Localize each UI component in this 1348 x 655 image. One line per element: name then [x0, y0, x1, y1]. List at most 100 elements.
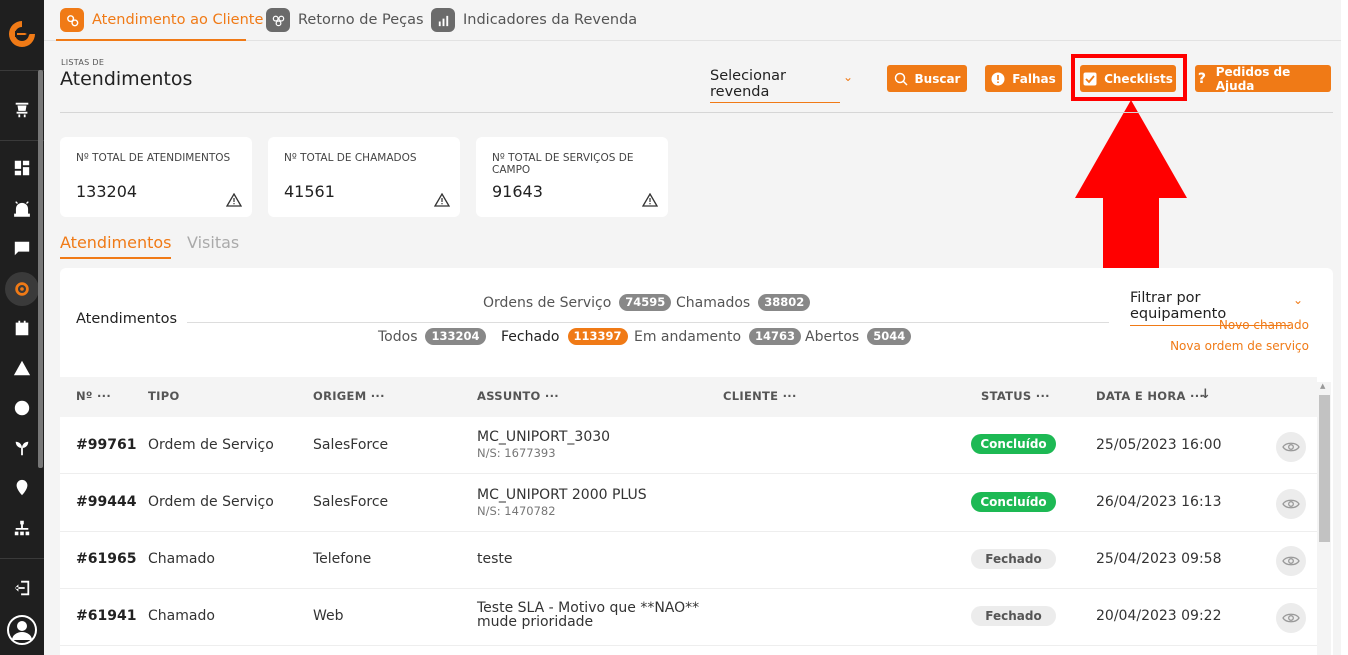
buscar-button[interactable]: Buscar — [887, 65, 967, 92]
stat-card-servicos-campo: Nº TOTAL DE SERVIÇOS DE CAMPO 91643 — [476, 137, 668, 217]
status-badge: Fechado — [971, 606, 1056, 626]
row-assunto: teste — [477, 551, 513, 567]
chevron-down-icon[interactable]: ⌄ — [1293, 293, 1303, 307]
view-eye-icon[interactable] — [1276, 489, 1306, 519]
scroll-up-arrow-icon[interactable]: ▲ — [1320, 382, 1325, 390]
sidebar — [0, 0, 44, 655]
calendar-icon[interactable] — [12, 318, 32, 338]
stat-label: Nº TOTAL DE ATENDIMENTOS — [76, 152, 231, 164]
globe-icon[interactable] — [12, 398, 32, 418]
row-tipo: Chamado — [148, 551, 215, 567]
stat-value: 133204 — [76, 182, 138, 201]
view-eye-icon[interactable] — [1276, 432, 1306, 462]
filter-abertos[interactable]: Abertos 5044 — [805, 328, 912, 345]
stat-label: Nº TOTAL DE CHAMADOS — [284, 152, 417, 164]
question-icon: ? — [1197, 70, 1206, 87]
buscar-label: Buscar — [914, 71, 961, 86]
row-origem: Telefone — [313, 551, 372, 567]
row-assunto: MC_UNIPORT 2000 PLUS — [477, 487, 647, 503]
falhas-button[interactable]: Falhas — [985, 65, 1062, 92]
chevron-down-icon[interactable]: ⌄ — [843, 70, 853, 84]
falhas-label: Falhas — [1012, 71, 1056, 86]
row-origem: SalesForce — [313, 437, 389, 453]
user-avatar-icon[interactable] — [6, 614, 38, 646]
row-datetime: 20/04/2023 09:22 — [1096, 608, 1222, 624]
alarm-icon[interactable] — [12, 198, 32, 218]
filter-label: Todos — [378, 328, 418, 345]
col-header-assunto[interactable]: ASSUNTO ··· — [477, 389, 559, 403]
tab-visitas[interactable]: Visitas — [187, 233, 239, 252]
highlight-box — [1071, 54, 1187, 101]
stat-value: 91643 — [492, 182, 543, 201]
revenda-select[interactable]: Selecionar revenda — [710, 68, 840, 103]
filter-chamados[interactable]: Chamados 38802 — [676, 294, 811, 311]
map-pin-icon[interactable] — [12, 478, 32, 498]
filter-label: Fechado — [501, 328, 560, 345]
page-title: Atendimentos — [60, 68, 193, 90]
view-eye-icon[interactable] — [1276, 546, 1306, 576]
row-assunto-line2: mude prioridade — [477, 614, 594, 630]
row-serial: N/S: 1677393 — [477, 446, 556, 460]
filter-label: Em andamento — [634, 328, 742, 345]
row-tipo: Ordem de Serviço — [148, 494, 274, 510]
tab-atendimentos[interactable]: Atendimentos — [60, 233, 172, 252]
filter-label: Abertos — [805, 328, 860, 345]
warning-icon[interactable] — [12, 358, 32, 378]
window-edge — [1341, 0, 1348, 655]
col-header-data[interactable]: DATA E HORA ··· — [1096, 389, 1204, 403]
plant-icon[interactable] — [12, 438, 32, 458]
row-tipo: Ordem de Serviço — [148, 437, 274, 453]
novo-chamado-link[interactable]: Novo chamado — [1219, 318, 1309, 332]
tab-indicadores[interactable]: Indicadores da Revenda — [431, 8, 637, 41]
stat-value: 41561 — [284, 182, 335, 201]
cart-icon[interactable] — [12, 100, 32, 120]
filter-todos[interactable]: Todos 133204 — [378, 328, 486, 345]
status-badge: Concluído — [971, 434, 1056, 454]
search-icon — [894, 72, 908, 86]
filter-ordens-servico[interactable]: Ordens de Serviço 74595 — [483, 294, 672, 311]
alert-circle-icon — [991, 72, 1005, 86]
header-divider — [60, 112, 1333, 113]
nova-ordem-link[interactable]: Nova ordem de serviço — [1170, 339, 1309, 353]
warning-icon[interactable] — [434, 193, 450, 207]
tab-retorno-pecas[interactable]: Retorno de Peças — [266, 8, 424, 41]
row-datetime: 25/05/2023 16:00 — [1096, 437, 1222, 453]
col-header-num[interactable]: Nº ··· — [76, 389, 111, 403]
count-badge: 74595 — [619, 294, 672, 311]
active-subtab-underline — [60, 257, 171, 259]
sidebar-scrollbar[interactable] — [38, 70, 43, 468]
sort-arrow-down-icon[interactable]: ↓ — [1200, 387, 1211, 402]
filter-em-andamento[interactable]: Em andamento 14763 — [634, 328, 802, 345]
row-datetime: 26/04/2023 16:13 — [1096, 494, 1222, 510]
filter-label: Chamados — [676, 294, 751, 311]
network-icon[interactable] — [12, 518, 32, 538]
page-subtitle: LISTAS DE — [61, 58, 105, 67]
col-header-tipo[interactable]: TIPO — [148, 389, 180, 403]
view-eye-icon[interactable] — [1276, 603, 1306, 633]
row-tipo: Chamado — [148, 608, 215, 624]
pedidos-ajuda-button[interactable]: ? Pedidos de Ajuda — [1195, 65, 1331, 93]
parts-icon — [266, 8, 290, 32]
highlight-arrow-icon — [1075, 100, 1187, 290]
filter-fechado[interactable]: Fechado 113397 — [501, 328, 628, 345]
col-header-status[interactable]: STATUS ··· — [981, 389, 1050, 403]
service-gear-icon[interactable] — [12, 279, 32, 299]
panel-title: Atendimentos — [76, 311, 178, 327]
warning-icon[interactable] — [642, 193, 658, 207]
dashboard-icon[interactable] — [12, 158, 32, 178]
count-badge: 5044 — [867, 328, 912, 345]
warning-icon[interactable] — [226, 193, 242, 207]
tab-label: Retorno de Peças — [298, 12, 424, 28]
row-origem: SalesForce — [313, 494, 389, 510]
app-logo-icon[interactable] — [6, 18, 38, 50]
tab-label: Atendimento ao Cliente — [92, 12, 264, 28]
row-assunto: MC_UNIPORT_3030 — [477, 429, 611, 445]
col-header-cliente[interactable]: CLIENTE ··· — [723, 389, 797, 403]
table-scrollbar-thumb[interactable] — [1319, 395, 1330, 542]
tab-atendimento[interactable]: Atendimento ao Cliente — [60, 8, 263, 41]
count-badge: 113397 — [567, 328, 628, 345]
row-number: #99761 — [76, 437, 137, 453]
chat-icon[interactable] — [12, 238, 32, 258]
logout-icon[interactable] — [12, 578, 32, 598]
col-header-origem[interactable]: ORIGEM ··· — [313, 389, 385, 403]
